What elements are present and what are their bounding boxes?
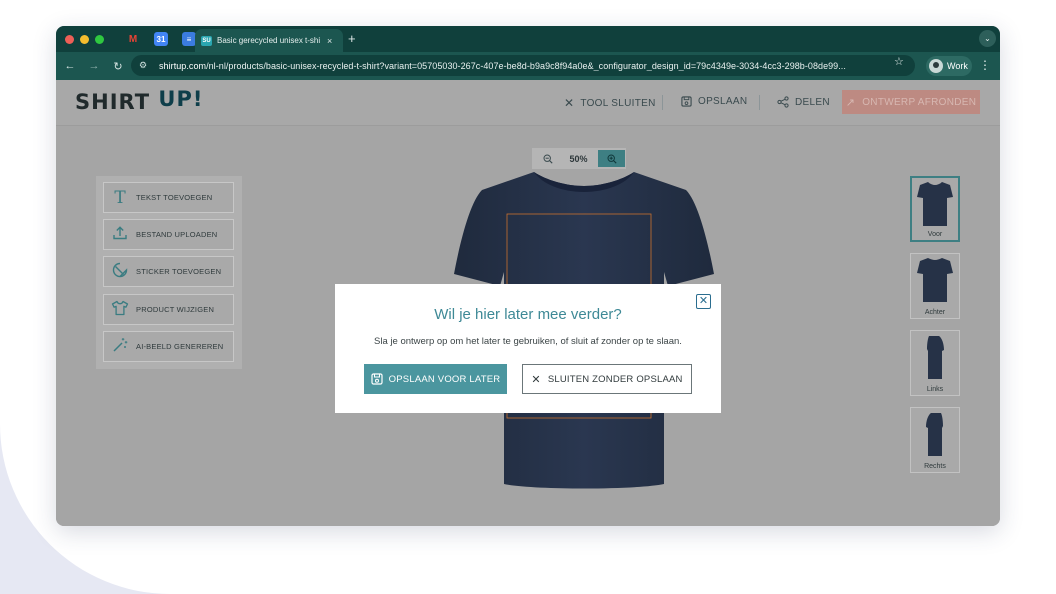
share-icon [777, 96, 789, 108]
change-product-button[interactable]: PRODUCT WIJZIGEN [103, 294, 234, 325]
tshirt-back-thumbnail [917, 258, 953, 302]
upload-icon [104, 225, 136, 245]
floppy-disk-icon [371, 373, 383, 385]
address-bar: ← → ↻ ⚙ shirtup.com/nl-nl/products/basic… [56, 52, 1000, 80]
view-front-label: Voor [927, 231, 943, 238]
tshirt-left-thumbnail [927, 336, 944, 379]
site-header: SHIRT UP! ✕ TOOL SLUITEN OPSLAAN DELEN ↗… [56, 80, 1000, 126]
browser-window: M 31 ≡ SU Basic gerecycled unisex t-shi … [56, 26, 1000, 526]
maximize-window-button[interactable] [95, 34, 104, 44]
tab-close-icon[interactable]: × [327, 36, 332, 46]
tool-close-label: TOOL SLUITEN [580, 97, 656, 109]
save-dialog: ✕ Wil je hier later mee verder? Sla je o… [335, 284, 721, 413]
logo-text-up: UP! [158, 87, 204, 111]
tab-bar: M 31 ≡ SU Basic gerecycled unisex t-shi … [56, 26, 1000, 52]
tab-search-chevron-icon[interactable]: ⌄ [979, 30, 996, 47]
shirtup-favicon-icon: SU [201, 35, 212, 46]
view-back-label: Achter [924, 309, 946, 316]
logo-text-shirt: SHIRT [75, 90, 151, 114]
url-path: /nl-nl/products/basic-unisex-recycled-t-… [206, 60, 846, 71]
tool-close-button[interactable]: ✕ TOOL SLUITEN [564, 96, 656, 110]
finish-design-label: ONTWERP AFRONDEN [862, 96, 977, 108]
view-back[interactable]: Achter [910, 253, 960, 319]
shirtup-logo[interactable]: SHIRT UP! [75, 87, 204, 114]
change-product-label: PRODUCT WIJZIGEN [136, 305, 215, 314]
minimize-window-button[interactable] [80, 34, 89, 44]
share-label: DELEN [795, 96, 830, 108]
tshirt-right-thumbnail [926, 413, 943, 456]
save-button[interactable]: OPSLAAN [681, 96, 747, 107]
url-field[interactable]: ⚙ shirtup.com/nl-nl/products/basic-unise… [131, 55, 915, 76]
arrow-up-right-icon: ↗ [845, 96, 856, 109]
close-without-saving-button[interactable]: ✕ SLUITEN ZONDER OPSLAAN [522, 364, 692, 394]
add-sticker-button[interactable]: STICKER TOEVOEGEN [103, 256, 234, 287]
close-icon: ✕ [564, 96, 575, 110]
gmail-pinned-tab[interactable]: M [126, 32, 140, 46]
view-right[interactable]: Rechts [910, 407, 960, 473]
forward-arrow-icon[interactable]: → [82, 60, 106, 72]
sticker-icon [104, 262, 136, 282]
avatar [929, 59, 943, 73]
tools-panel: T TEKST TOEVOEGEN BESTAND UPLOADEN STICK… [96, 176, 242, 369]
reload-icon[interactable]: ↻ [106, 60, 130, 73]
tshirt-front-thumbnail [917, 182, 953, 226]
window-controls [65, 34, 104, 44]
magic-wand-icon [104, 337, 136, 357]
site-info-icon[interactable]: ⚙ [139, 60, 153, 71]
view-front[interactable]: Voor [910, 176, 960, 242]
share-button[interactable]: DELEN [777, 96, 830, 108]
bookmark-star-icon[interactable]: ☆ [894, 55, 904, 68]
divider [759, 95, 760, 110]
ai-image-label: AI-BEELD GENEREREN [136, 342, 224, 351]
save-for-later-button[interactable]: OPSLAAN VOOR LATER [364, 364, 507, 394]
url-text: shirtup.com/nl-nl/products/basic-unisex-… [159, 61, 889, 71]
add-sticker-label: STICKER TOEVOEGEN [136, 267, 222, 276]
close-without-saving-label: SLUITEN ZONDER OPSLAAN [547, 373, 683, 385]
upload-file-button[interactable]: BESTAND UPLOADEN [103, 219, 234, 250]
ai-image-button[interactable]: AI-BEELD GENEREREN [103, 331, 234, 362]
tab-active[interactable]: SU Basic gerecycled unisex t-shi × [195, 29, 343, 52]
calendar-pinned-tab[interactable]: 31 [154, 32, 168, 46]
close-icon: ✕ [531, 373, 541, 386]
back-arrow-icon[interactable]: ← [58, 60, 82, 72]
add-text-label: TEKST TOEVOEGEN [136, 193, 213, 202]
save-label: OPSLAAN [698, 96, 748, 107]
view-left[interactable]: Links [910, 330, 960, 396]
upload-file-label: BESTAND UPLOADEN [136, 230, 218, 239]
text-icon: T [114, 187, 126, 208]
tab-title: Basic gerecycled unisex t-shi [217, 36, 321, 45]
floppy-disk-icon [681, 96, 692, 107]
add-text-button[interactable]: T TEKST TOEVOEGEN [103, 182, 234, 213]
finish-design-button[interactable]: ↗ ONTWERP AFRONDEN [842, 90, 980, 114]
tshirt-icon [104, 300, 136, 320]
close-window-button[interactable] [65, 34, 74, 44]
save-for-later-label: OPSLAAN VOOR LATER [388, 373, 501, 385]
new-tab-button[interactable]: + [348, 31, 356, 46]
view-left-label: Links [926, 386, 944, 393]
browser-menu-icon[interactable]: ⋮ [979, 58, 991, 72]
profile-button[interactable]: Work [926, 56, 972, 76]
profile-label: Work [947, 61, 968, 71]
url-host: shirtup.com [159, 60, 207, 71]
dialog-text: Sla je ontwerp op om het later te gebrui… [374, 336, 682, 347]
forms-pinned-tab[interactable]: ≡ [182, 32, 196, 46]
view-right-label: Rechts [924, 463, 946, 470]
page-content: SHIRT UP! ✕ TOOL SLUITEN OPSLAAN DELEN ↗… [56, 80, 1000, 526]
divider [662, 95, 663, 110]
dialog-title: Wil je hier later mee verder? [434, 306, 622, 323]
